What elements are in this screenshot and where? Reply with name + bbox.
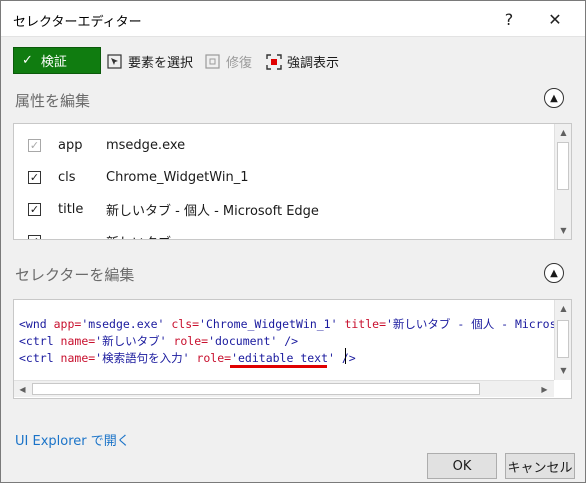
selector-line: <wnd app='msedge.exe' cls='Chrome_Widget… <box>19 316 572 332</box>
selector-token: 'msedge.exe' <box>81 317 165 331</box>
scroll-left-arrow-icon[interactable]: ◀ <box>14 381 31 398</box>
attribute-value[interactable]: 新しいタブ - 個人 - Microsoft Edge <box>106 200 319 219</box>
selector-token: <ctrl <box>19 334 61 348</box>
attribute-name: title <box>58 201 84 217</box>
attribute-name: cls <box>58 169 76 185</box>
selector-text-editor[interactable]: <wnd app='msedge.exe' cls='Chrome_Widget… <box>13 299 572 399</box>
cursor-select-icon <box>107 53 123 70</box>
selector-horizontal-scrollbar[interactable]: ◀ ▶ <box>14 380 554 397</box>
toolbar: ✓ 検証 要素を選択 修復 強調表示 <box>1 38 585 78</box>
selector-line: <ctrl name='新しいタブ' role='document' /> <box>19 333 298 349</box>
attribute-value[interactable]: Chrome_WidgetWin_1 <box>106 170 248 185</box>
collapse-attributes-icon[interactable]: ▲ <box>544 88 564 108</box>
scroll-thumb[interactable] <box>557 320 569 358</box>
scroll-down-arrow-icon[interactable]: ▼ <box>555 222 571 239</box>
repair-icon <box>205 53 221 70</box>
editable-text-highlight-underline <box>230 365 327 368</box>
selector-editor-dialog: セレクターエディター ? ✕ ✓ 検証 要素を選択 修復 強調表示 属性を編集 … <box>0 0 586 483</box>
selector-token: 'document' <box>208 334 278 348</box>
attributes-list: ✓ app msedge.exe ✓ cls Chrome_WidgetWin_1 ✓ tit… <box>13 123 572 240</box>
highlight-icon <box>266 53 282 70</box>
checkmark-icon: ✓ <box>22 53 33 68</box>
selector-token: '新しいタブ' <box>95 334 167 348</box>
selector-token: /> <box>277 334 299 348</box>
selector-token: <wnd <box>19 317 54 331</box>
selector-token: 'Chrome_WidgetWin_1' <box>199 317 338 331</box>
edit-attributes-title: 属性を編集 <box>15 92 91 110</box>
title-bar: セレクターエディター ? ✕ <box>1 1 585 37</box>
attribute-value[interactable]: msedge.exe <box>106 138 185 153</box>
scroll-thumb[interactable] <box>32 383 480 395</box>
scroll-thumb[interactable] <box>557 142 569 190</box>
repair-label: 修復 <box>226 56 253 71</box>
repair-button[interactable]: 修復 <box>205 52 252 71</box>
selector-token: '新しいタブ - 個人 - Microsoft <box>386 317 572 331</box>
selector-token: <ctrl <box>19 351 61 365</box>
highlight-button[interactable]: 強調表示 <box>266 52 339 71</box>
help-button[interactable]: ? <box>495 5 523 33</box>
dialog-title: セレクターエディター <box>13 15 142 30</box>
selector-token: name= <box>60 351 96 365</box>
attribute-row: ✓ app msedge.exe <box>14 132 554 158</box>
selector-token: cls= <box>164 317 200 331</box>
attribute-row: ✓ 新しいタブ <box>14 228 554 240</box>
validate-button[interactable]: ✓ 検証 <box>13 47 101 74</box>
open-in-ui-explorer-link[interactable]: UI Explorer で開く <box>15 430 130 449</box>
selector-token: '検索語句を入力' <box>95 351 190 365</box>
collapse-selector-icon[interactable]: ▲ <box>544 263 564 283</box>
attributes-vertical-scrollbar[interactable]: ▲ ▼ <box>554 124 571 239</box>
selector-token: role= <box>166 334 209 348</box>
selector-token: 'editable text' <box>231 351 335 365</box>
select-element-button[interactable]: 要素を選択 <box>107 52 193 71</box>
selector-vertical-scrollbar[interactable]: ▲ ▼ <box>554 300 571 380</box>
attribute-checkbox[interactable]: ✓ <box>28 234 41 239</box>
selector-token: title= <box>337 317 386 331</box>
selector-token: app= <box>53 317 82 331</box>
edit-selector-title: セレクターを編集 <box>15 266 135 284</box>
attribute-checkbox[interactable]: ✓ <box>28 170 41 184</box>
attribute-row: ✓ title 新しいタブ - 個人 - Microsoft Edge <box>14 196 554 222</box>
selector-token: name= <box>60 334 96 348</box>
attribute-checkbox[interactable]: ✓ <box>28 138 41 152</box>
selector-line: <ctrl name='検索語句を入力' role='editable text… <box>19 350 356 366</box>
close-button[interactable]: ✕ <box>541 5 569 33</box>
select-element-label: 要素を選択 <box>128 56 194 71</box>
validate-label: 検証 <box>40 55 67 70</box>
attribute-value[interactable]: 新しいタブ <box>106 232 171 240</box>
attribute-name: app <box>58 137 83 153</box>
scroll-up-arrow-icon[interactable]: ▲ <box>555 300 571 317</box>
scroll-right-arrow-icon[interactable]: ▶ <box>536 381 553 398</box>
scroll-down-arrow-icon[interactable]: ▼ <box>555 362 571 379</box>
highlight-label: 強調表示 <box>287 56 340 71</box>
attribute-row: ✓ cls Chrome_WidgetWin_1 <box>14 164 554 190</box>
ok-button[interactable]: OK <box>427 453 497 479</box>
cancel-button[interactable]: キャンセル <box>505 453 575 479</box>
text-caret <box>345 348 346 364</box>
selector-token: role= <box>189 351 232 365</box>
attribute-checkbox[interactable]: ✓ <box>28 202 41 216</box>
scroll-up-arrow-icon[interactable]: ▲ <box>555 124 571 141</box>
